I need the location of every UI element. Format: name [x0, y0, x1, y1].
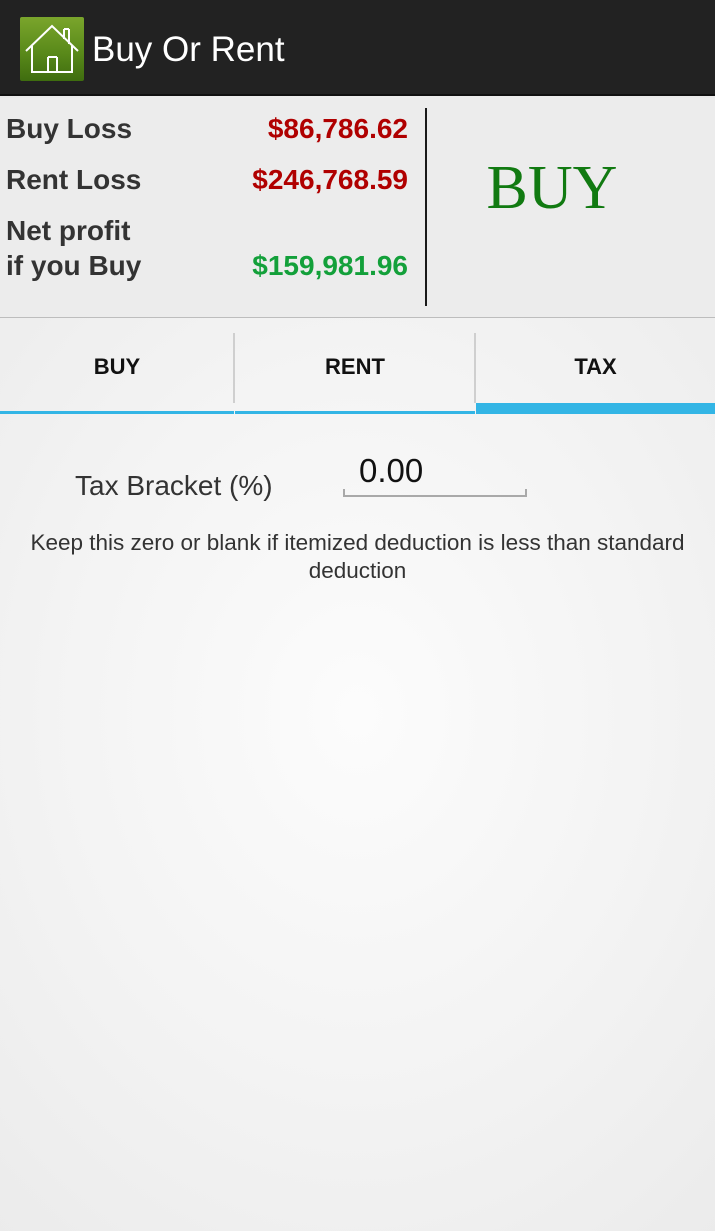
results-summary: Buy Loss $86,786.62 Rent Loss $246,768.5…	[0, 98, 715, 318]
buy-loss-label: Buy Loss	[6, 113, 133, 144]
tax-bracket-input-underline	[343, 489, 527, 497]
tab-buy-indicator	[0, 411, 234, 414]
tax-bracket-label: Tax Bracket (%)	[75, 470, 273, 501]
tab-tax-label: TAX	[574, 354, 617, 379]
net-profit-label-line2: if you Buy	[6, 250, 142, 281]
tab-buy-label: BUY	[93, 354, 141, 379]
action-bar: Buy Or Rent	[0, 0, 715, 96]
net-profit-value: $159,981.96	[252, 250, 408, 281]
rent-loss-value: $246,768.59	[252, 164, 408, 195]
tab-bar: BUY RENT TAX	[0, 319, 715, 414]
tab-tax-indicator	[476, 403, 715, 414]
tab-rent-indicator	[235, 411, 475, 414]
tax-note: Keep this zero or blank if itemized dedu…	[0, 529, 715, 585]
net-profit-label-line1: Net profit	[6, 215, 131, 246]
tab-tax[interactable]: TAX	[476, 319, 715, 414]
tax-note-line1: Keep this zero or blank if itemized dedu…	[30, 530, 685, 555]
house-icon[interactable]	[20, 17, 84, 81]
buy-loss-value: $86,786.62	[267, 113, 408, 144]
tab-rent-label: RENT	[325, 354, 385, 379]
tab-buy[interactable]: BUY	[0, 319, 234, 414]
tab-rent[interactable]: RENT	[235, 319, 475, 414]
app-title: Buy Or Rent	[92, 30, 285, 69]
tax-note-line2: deduction	[308, 558, 407, 583]
rent-loss-label: Rent Loss	[6, 164, 142, 195]
verdict-text: BUY	[486, 154, 618, 222]
